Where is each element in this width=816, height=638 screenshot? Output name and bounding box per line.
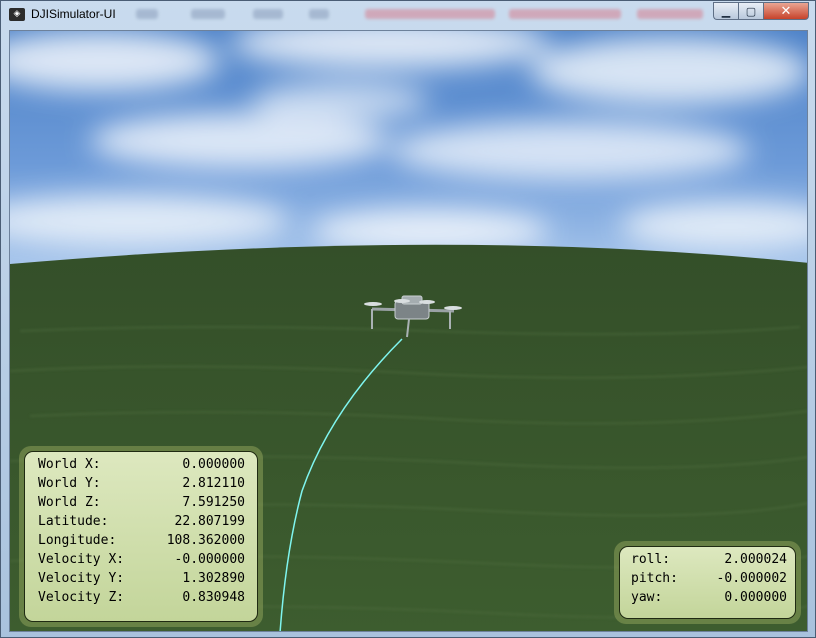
- close-icon[interactable]: ✕: [763, 2, 809, 20]
- world-y-label: World Y:: [38, 476, 101, 491]
- roll-label: roll:: [631, 552, 671, 567]
- world-z-row: World Z: 7.591250: [38, 493, 245, 512]
- blurred-menu-item: [309, 9, 329, 19]
- attitude-panel-inner: roll: 2.000024 pitch: -0.000002 yaw: 0.0000…: [619, 546, 796, 619]
- latitude-value: 22.807199: [174, 514, 245, 529]
- blurred-menu-item: [136, 9, 158, 19]
- velocity-x-value: -0.000000: [174, 552, 245, 567]
- world-z-label: World Z:: [38, 495, 101, 510]
- velocity-y-row: Velocity Y: 1.302890: [38, 569, 245, 588]
- minimize-icon[interactable]: ▁: [713, 2, 738, 20]
- blurred-menu-item: [365, 9, 495, 19]
- world-x-value: 0.000000: [182, 457, 245, 472]
- latitude-row: Latitude: 22.807199: [38, 512, 245, 531]
- velocity-y-label: Velocity Y:: [38, 571, 125, 586]
- world-x-label: World X:: [38, 457, 101, 472]
- world-z-value: 7.591250: [182, 495, 245, 510]
- world-y-row: World Y: 2.812110: [38, 474, 245, 493]
- latitude-label: Latitude:: [38, 514, 109, 529]
- pitch-value: -0.000002: [716, 571, 787, 586]
- title-bar[interactable]: ◈ DJISimulator-UI ▁ ▢ ✕: [1, 1, 815, 29]
- longitude-value: 108.362000: [166, 533, 245, 548]
- velocity-x-label: Velocity X:: [38, 552, 125, 567]
- velocity-z-label: Velocity Z:: [38, 590, 125, 605]
- velocity-y-value: 1.302890: [182, 571, 245, 586]
- pitch-label: pitch:: [631, 571, 678, 586]
- velocity-z-value: 0.830948: [182, 590, 245, 605]
- maximize-icon[interactable]: ▢: [738, 2, 763, 20]
- window-controls: ▁ ▢ ✕: [713, 2, 809, 21]
- longitude-row: Longitude: 108.362000: [38, 531, 245, 550]
- world-x-row: World X: 0.000000: [38, 455, 245, 474]
- telemetry-panel: World X: 0.000000 World Y: 2.812110 World …: [19, 446, 263, 627]
- velocity-x-row: Velocity X: -0.000000: [38, 550, 245, 569]
- simulation-viewport[interactable]: World X: 0.000000 World Y: 2.812110 World …: [9, 30, 808, 632]
- blurred-menu-item: [191, 9, 225, 19]
- pitch-row: pitch: -0.000002: [631, 569, 787, 588]
- blurred-menu-item: [637, 9, 703, 19]
- yaw-value: 0.000000: [724, 590, 787, 605]
- clouds: [10, 31, 807, 253]
- simulator-window: ◈ DJISimulator-UI ▁ ▢ ✕ World X: 0.00000…: [0, 0, 816, 638]
- yaw-row: yaw: 0.000000: [631, 588, 787, 607]
- yaw-label: yaw:: [631, 590, 663, 605]
- roll-value: 2.000024: [724, 552, 787, 567]
- window-title: DJISimulator-UI: [31, 7, 116, 21]
- dji-logo-icon: ◈: [9, 8, 25, 21]
- world-y-value: 2.812110: [182, 476, 245, 491]
- velocity-z-row: Velocity Z: 0.830948: [38, 588, 245, 607]
- longitude-label: Longitude:: [38, 533, 117, 548]
- blurred-menu-item: [509, 9, 621, 19]
- attitude-panel: roll: 2.000024 pitch: -0.000002 yaw: 0.0000…: [614, 541, 801, 624]
- telemetry-panel-inner: World X: 0.000000 World Y: 2.812110 World …: [24, 451, 258, 622]
- blurred-menu-item: [253, 9, 283, 19]
- roll-row: roll: 2.000024: [631, 550, 787, 569]
